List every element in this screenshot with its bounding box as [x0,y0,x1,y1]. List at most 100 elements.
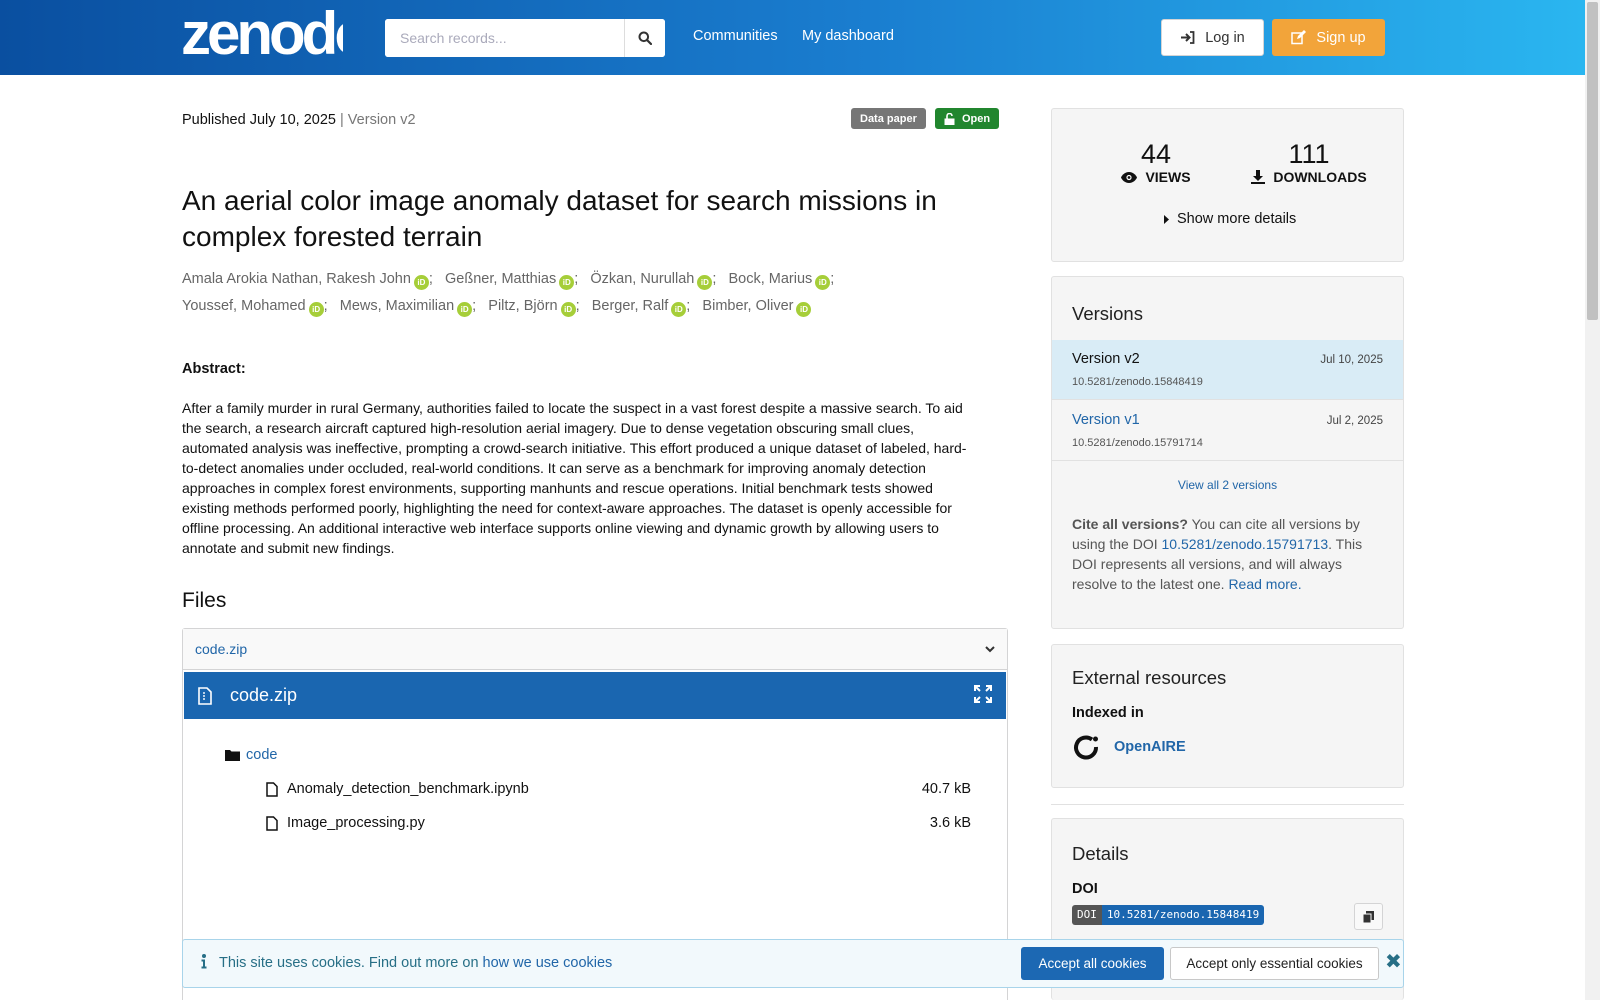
top-navbar: zenodo Communities My dashboard Log in S… [0,0,1585,75]
details-heading: Details [1072,843,1129,864]
creator[interactable]: Geßner, Matthias iD; [445,271,578,290]
cookie-policy-link[interactable]: how we use cookies [483,955,613,971]
record-title: An aerial color image anomaly dataset fo… [182,185,937,252]
nav-communities[interactable]: Communities [693,28,778,44]
version-row[interactable]: Version v1 Jul 2, 2025 10.5281/zenodo.15… [1052,401,1403,461]
stats-card: 44 VIEWS 111 DOWNLOADS Show more details [1051,108,1404,262]
orcid-icon[interactable]: iD [413,275,429,290]
creator[interactable]: Berger, Ralf iD; [592,298,690,317]
show-more-label: Show more details [1177,211,1297,227]
unlock-icon [944,112,955,125]
preview-header: code.zip [184,672,1006,719]
version-label: | Version v2 [340,112,416,128]
files-heading: Files [182,589,227,612]
doi-badge-value: 10.5281/zenodo.15848419 [1101,905,1265,925]
edit-icon [1291,30,1307,45]
version-name-link[interactable]: Version v1 [1072,412,1140,428]
folder-name[interactable]: code [246,747,277,763]
eye-icon [1121,171,1138,183]
doi-label: DOI [1072,881,1098,897]
version-date: Jul 10, 2025 [1320,354,1383,366]
creator[interactable]: Bock, Marius iD; [728,271,834,290]
signup-label: Sign up [1316,29,1366,46]
openaire-logo-icon [1074,735,1099,760]
nav-my-dashboard[interactable]: My dashboard [802,28,894,44]
login-button[interactable]: Log in [1161,19,1264,56]
resource-type-badge: Data paper [851,108,926,129]
signup-button[interactable]: Sign up [1272,19,1385,56]
orcid-icon[interactable]: iD [815,275,831,290]
zenodo-logo[interactable]: zenodo [181,6,343,62]
cookie-banner: This site uses cookies. Find out more on… [182,939,1404,988]
views-label: VIEWS [1145,169,1191,185]
abstract-heading: Abstract: [182,361,246,377]
folder-item[interactable]: code [225,747,277,763]
version-doi: 10.5281/zenodo.15791714 [1072,437,1203,449]
show-more-details[interactable]: Show more details [1164,211,1296,227]
search-form [385,19,665,57]
orcid-icon[interactable]: iD [671,302,687,317]
file-accordion-label[interactable]: code.zip [195,641,247,657]
version-name: Version v2 [1072,351,1140,367]
file-accordion[interactable]: code.zip [183,629,1007,670]
orcid-icon[interactable]: iD [560,302,576,317]
downloads-stat: 111 DOWNLOADS [1244,139,1374,185]
creator[interactable]: Piltz, Björn iD; [488,298,580,317]
versions-heading: Versions [1072,303,1143,324]
read-more-link[interactable]: Read more. [1228,576,1301,592]
scrollbar-thumb[interactable] [1587,2,1598,320]
orcid-icon[interactable]: iD [457,302,473,317]
copy-doi-button[interactable] [1354,903,1383,930]
orcid-icon[interactable]: iD [559,275,575,290]
view-all-versions-link[interactable]: View all 2 versions [1052,478,1403,492]
resource-type-text: Data paper [860,112,917,125]
orcid-icon[interactable]: iD [308,302,324,317]
creators-list: Amala Arokia Nathan, Rakesh John iD; Geßn… [182,266,1002,320]
openaire-label[interactable]: OpenAIRE [1114,739,1186,755]
creator[interactable]: Bimber, Oliver iD [702,298,812,317]
orcid-icon[interactable]: iD [697,275,713,290]
file-icon [266,781,278,797]
version-row-current[interactable]: Version v2 Jul 10, 2025 10.5281/zenodo.1… [1052,340,1403,400]
cite-bold: Cite all versions? [1072,516,1188,532]
access-text: Open [962,112,991,125]
file-zip-icon [198,686,212,705]
info-icon [201,954,207,969]
page-scrollbar[interactable] [1585,0,1600,1000]
close-icon[interactable]: ✖ [1385,949,1402,974]
file-size: 3.6 kB [929,815,971,831]
file-name: Anomaly_detection_benchmark.ipynb [287,781,529,797]
caret-right-icon [1164,214,1169,224]
published-date: Published July 10, 2025 [182,112,336,128]
version-doi: 10.5281/zenodo.15848419 [1072,376,1203,388]
doi-badge[interactable]: DOI 10.5281/zenodo.15848419 [1072,905,1265,925]
indexed-in-label: Indexed in [1072,705,1144,721]
versions-card: Versions Version v2 Jul 10, 2025 10.5281… [1051,276,1404,629]
cookie-message: This site uses cookies. Find out more on… [219,955,613,971]
orcid-icon[interactable]: iD [796,302,812,317]
accept-essential-cookies-button[interactable]: Accept only essential cookies [1170,947,1379,980]
cite-all-versions: Cite all versions? You can cite all vers… [1072,514,1382,594]
external-resources-card: External resources Indexed in OpenAIRE [1051,644,1404,788]
svg-text:zenodo: zenodo [181,6,343,62]
file-name: Image_processing.py [287,815,425,831]
downloads-label: DOWNLOADS [1273,169,1367,185]
preview-title: code.zip [230,685,298,705]
file-item: Anomaly_detection_benchmark.ipynb 40.7 k… [266,781,986,797]
creator[interactable]: Youssef, Mohamed iD; [182,298,328,317]
search-icon [638,31,652,45]
creator[interactable]: Mews, Maximilian iD; [340,298,476,317]
accept-all-cookies-button[interactable]: Accept all cookies [1021,947,1164,980]
views-stat: 44 VIEWS [1116,139,1196,185]
search-input[interactable] [385,19,624,57]
search-button[interactable] [624,19,665,57]
concept-doi-link[interactable]: 10.5281/zenodo.15791713 [1162,536,1329,552]
openaire-link[interactable]: OpenAIRE [1072,733,1186,761]
chevron-down-icon [985,645,995,652]
file-item: Image_processing.py 3.6 kB [266,815,986,831]
creator[interactable]: Özkan, Nurullah iD; [590,271,716,290]
fullscreen-icon[interactable] [974,685,992,703]
access-badge[interactable]: Open [935,108,1000,129]
copy-icon [1363,910,1374,923]
creator[interactable]: Amala Arokia Nathan, Rakesh John iD; [182,271,433,290]
